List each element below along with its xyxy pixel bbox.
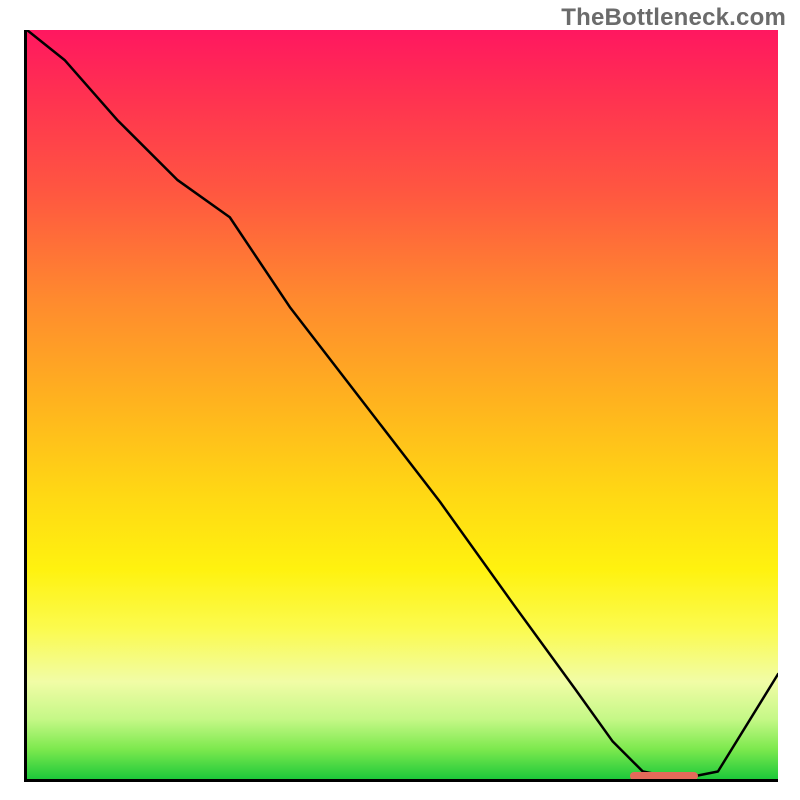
watermark-text: TheBottleneck.com <box>561 4 786 32</box>
optimal-range-marker <box>630 772 698 780</box>
plot-area <box>24 30 778 782</box>
bottleneck-curve <box>27 30 778 779</box>
chart-frame: TheBottleneck.com <box>0 0 800 800</box>
